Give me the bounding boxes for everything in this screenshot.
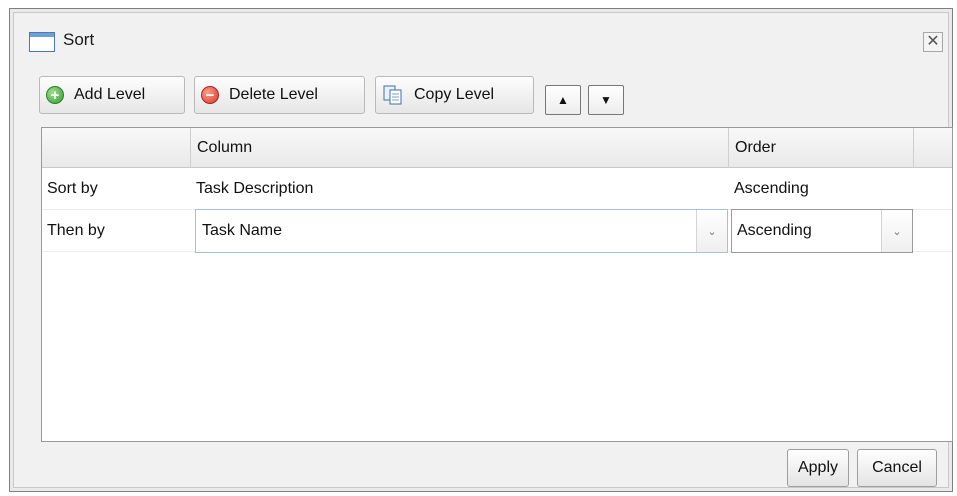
- copy-level-button[interactable]: Copy Level: [375, 76, 534, 114]
- dialog-body: Sort ✕ + Add Level − Delete Level Copy L…: [13, 12, 953, 488]
- table-row[interactable]: Then by Task Name ⌄ Ascending ⌄: [42, 209, 952, 253]
- add-level-label: Add Level: [74, 86, 146, 103]
- cancel-button[interactable]: Cancel: [857, 449, 937, 487]
- column-select-value: Task Name: [202, 222, 283, 239]
- arrow-down-icon: ▼: [600, 93, 612, 107]
- copy-level-label: Copy Level: [414, 86, 495, 103]
- add-level-button[interactable]: + Add Level: [39, 76, 185, 114]
- sort-levels-grid: Column Order Sort by Task Description As…: [41, 127, 953, 442]
- header-level[interactable]: [42, 128, 191, 168]
- row-column[interactable]: Task Description: [191, 168, 729, 210]
- header-column[interactable]: Column: [191, 128, 729, 168]
- sort-dialog: Sort ✕ + Add Level − Delete Level Copy L…: [9, 8, 953, 492]
- row-label: Sort by: [47, 180, 98, 197]
- copy-icon: [382, 84, 404, 106]
- move-down-button[interactable]: ▼: [588, 85, 624, 115]
- delete-level-button[interactable]: − Delete Level: [194, 76, 365, 114]
- header-order[interactable]: Order: [729, 128, 914, 168]
- apply-button[interactable]: Apply: [787, 449, 849, 487]
- arrow-up-icon: ▲: [557, 93, 569, 107]
- dialog-title: Sort: [63, 30, 95, 49]
- chevron-down-icon[interactable]: ⌄: [696, 210, 727, 252]
- column-select[interactable]: Task Name ⌄: [195, 209, 728, 253]
- delete-level-label: Delete Level: [229, 86, 318, 103]
- move-up-button[interactable]: ▲: [545, 85, 581, 115]
- add-icon: +: [46, 86, 64, 104]
- close-icon[interactable]: ✕: [923, 32, 943, 52]
- chevron-down-icon[interactable]: ⌄: [881, 210, 912, 252]
- delete-icon: −: [201, 86, 219, 104]
- title-bar[interactable]: Sort ✕: [14, 13, 948, 53]
- order-select-value: Ascending: [737, 222, 812, 239]
- grid-header: Column Order: [42, 128, 952, 168]
- header-filler: [914, 128, 954, 168]
- table-row[interactable]: Sort by Task Description Ascending: [42, 168, 952, 210]
- row-label: Then by: [47, 222, 105, 239]
- row-order[interactable]: Ascending: [729, 168, 914, 210]
- order-select[interactable]: Ascending ⌄: [731, 209, 913, 253]
- window-icon: [29, 32, 55, 52]
